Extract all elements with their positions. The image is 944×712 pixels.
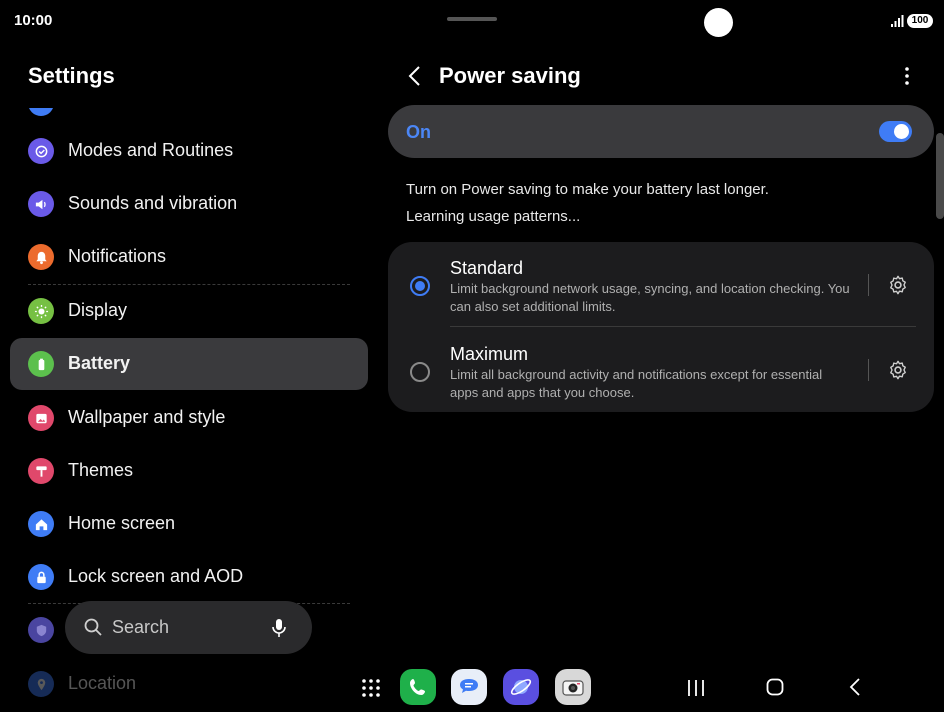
drag-handle[interactable] bbox=[447, 17, 497, 21]
sidebar-item-label: Modes and Routines bbox=[68, 140, 234, 160]
sidebar-item-label: Wallpaper and style bbox=[68, 407, 226, 427]
recent-apps-button[interactable] bbox=[686, 678, 706, 698]
modes-routines-icon bbox=[28, 138, 54, 164]
option-description: Limit background network usage, syncing,… bbox=[450, 281, 850, 314]
search-bar[interactable]: Search bbox=[65, 601, 312, 654]
battery-icon bbox=[28, 351, 54, 377]
description-text: Turn on Power saving to make your batter… bbox=[406, 181, 769, 198]
sidebar-item-label: Location bbox=[68, 673, 137, 693]
speaker-icon bbox=[28, 191, 54, 217]
bell-icon bbox=[28, 244, 54, 270]
image-icon bbox=[28, 405, 54, 431]
sidebar-item-label: Battery bbox=[68, 353, 131, 373]
camera-cutout bbox=[704, 8, 733, 37]
option-title: Standard bbox=[450, 258, 524, 278]
sidebar-item-label: Home screen bbox=[68, 513, 176, 533]
option-standard[interactable]: Standard Limit background network usage,… bbox=[388, 242, 934, 327]
option-title: Maximum bbox=[450, 344, 529, 364]
gear-icon[interactable] bbox=[887, 274, 909, 296]
status-time: 10:00 bbox=[14, 12, 53, 29]
shield-icon bbox=[28, 617, 54, 643]
sidebar-item-display[interactable]: Display bbox=[10, 285, 368, 337]
sidebar-item-lock-screen[interactable]: Lock screen and AOD bbox=[10, 551, 368, 603]
back-button[interactable] bbox=[846, 676, 866, 698]
sidebar-item-battery[interactable]: Battery bbox=[10, 338, 368, 390]
settings-title-overlay: Settings bbox=[28, 63, 115, 88]
power-mode-options: Standard Limit background network usage,… bbox=[388, 242, 934, 412]
signal-icon bbox=[891, 15, 904, 27]
sidebar-item-themes[interactable]: Themes bbox=[10, 445, 368, 497]
messages-app-icon[interactable] bbox=[451, 669, 487, 705]
sidebar-item-modes-routines[interactable]: Modes and Routines bbox=[10, 125, 368, 177]
sidebar-item-label: Lock screen and AOD bbox=[68, 566, 244, 586]
back-arrow-icon[interactable] bbox=[402, 62, 428, 90]
lock-icon bbox=[28, 564, 54, 590]
radio-button-unselected[interactable] bbox=[410, 362, 430, 382]
sidebar-item-label: Themes bbox=[68, 460, 134, 480]
page-title: Power saving bbox=[439, 63, 581, 88]
app-drawer-icon[interactable] bbox=[360, 677, 382, 699]
sidebar-item-label: Display bbox=[68, 300, 128, 320]
paint-roller-icon bbox=[28, 458, 54, 484]
sidebar-item-location[interactable]: Location bbox=[10, 658, 368, 710]
internet-app-icon[interactable] bbox=[503, 669, 539, 705]
sidebar-item-notifications[interactable]: Notifications bbox=[10, 231, 368, 283]
microphone-icon[interactable] bbox=[269, 617, 289, 639]
home-button[interactable] bbox=[765, 677, 785, 697]
search-icon bbox=[84, 618, 102, 636]
vertical-separator bbox=[868, 274, 869, 296]
radio-button-selected[interactable] bbox=[410, 276, 430, 296]
power-saving-toggle[interactable] bbox=[879, 121, 912, 142]
power-saving-master-switch[interactable]: On bbox=[388, 105, 934, 158]
sidebar-item-home-screen[interactable]: Home screen bbox=[10, 498, 368, 550]
battery-level-badge: 100 bbox=[907, 14, 933, 28]
gear-icon[interactable] bbox=[887, 359, 909, 381]
vertical-separator bbox=[868, 359, 869, 381]
option-description: Limit all background activity and notifi… bbox=[450, 367, 823, 400]
option-maximum[interactable]: Maximum Limit all background activity an… bbox=[388, 328, 934, 412]
option-divider bbox=[450, 326, 916, 327]
sidebar-item-sounds[interactable]: Sounds and vibration bbox=[10, 178, 368, 230]
search-label: Search bbox=[112, 617, 170, 637]
scrollbar-thumb[interactable] bbox=[936, 133, 944, 219]
sun-icon bbox=[28, 298, 54, 324]
more-options-icon[interactable] bbox=[896, 63, 918, 89]
sidebar-item-label: Sounds and vibration bbox=[68, 193, 238, 213]
house-icon bbox=[28, 511, 54, 537]
sidebar-item-wallpaper[interactable]: Wallpaper and style bbox=[10, 392, 368, 444]
camera-app-icon[interactable] bbox=[555, 669, 591, 705]
phone-app-icon[interactable] bbox=[400, 669, 436, 705]
switch-label: On bbox=[406, 122, 431, 142]
sidebar-item-label: Notifications bbox=[68, 246, 167, 266]
location-pin-icon bbox=[28, 671, 54, 697]
learning-status-text: Learning usage patterns... bbox=[406, 208, 581, 225]
